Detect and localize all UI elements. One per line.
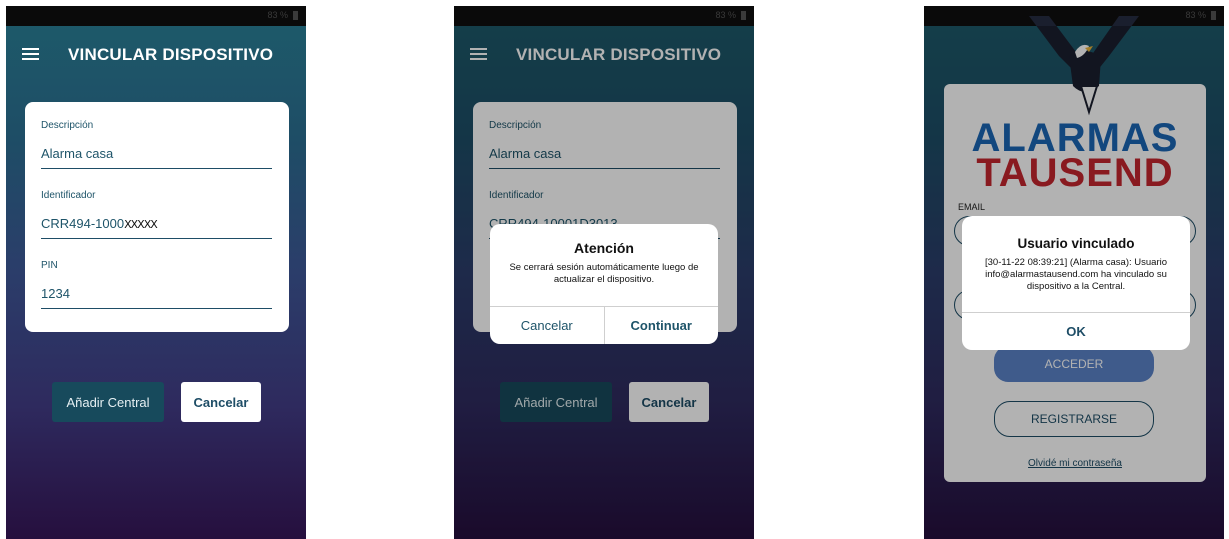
- dialog-title: Usuario vinculado: [1017, 236, 1135, 251]
- dialog-actions: OK: [962, 312, 1190, 350]
- description-label: Descripción: [41, 120, 94, 131]
- phone-screen-link-device: 83 % VINCULAR DISPOSITIVO Descripción Al…: [6, 6, 306, 539]
- phone-screen-confirm-dialog: 83 % VINCULAR DISPOSITIVO Descripción Al…: [454, 6, 754, 539]
- battery-text: 83 %: [715, 10, 736, 20]
- identifier-label: Identificador: [41, 190, 96, 201]
- redaction-scribble: ⅩⅩⅩⅩⅩ: [124, 219, 158, 231]
- dialog-message: [30-11-22 08:39:21] (Alarma casa): Usuar…: [985, 257, 1167, 292]
- dialog-title: Atención: [574, 240, 634, 256]
- status-bar: 83 %: [6, 6, 306, 26]
- form-card: Descripción Alarma casa Identificador CR…: [25, 102, 289, 332]
- battery-icon: [1211, 11, 1216, 20]
- dialog-continue-button[interactable]: Continuar: [605, 307, 719, 344]
- battery-text: 83 %: [267, 10, 288, 20]
- menu-icon[interactable]: [22, 48, 39, 60]
- dialog-actions: Cancelar Continuar: [490, 306, 718, 344]
- battery-icon: [741, 11, 746, 20]
- description-value: Alarma casa: [41, 146, 114, 161]
- pin-value: 1234: [41, 286, 70, 301]
- dialog-cancel-button[interactable]: Cancelar: [490, 307, 604, 344]
- identifier-field[interactable]: Identificador CRR494-1000ⅩⅩⅩⅩⅩ: [41, 190, 272, 239]
- app-bar: VINCULAR DISPOSITIVO: [6, 36, 306, 72]
- battery-icon: [293, 11, 298, 20]
- identifier-value: CRR494-1000: [41, 216, 125, 231]
- battery-text: 83 %: [1185, 10, 1206, 20]
- dialog-ok-button[interactable]: OK: [962, 313, 1190, 350]
- attention-dialog: Atención Se cerrará sesión automáticamen…: [490, 224, 718, 344]
- page-title: VINCULAR DISPOSITIVO: [68, 45, 274, 64]
- add-central-button[interactable]: Añadir Central: [52, 382, 164, 422]
- dialog-message: Se cerrará sesión automáticamente luego …: [509, 262, 699, 285]
- description-field[interactable]: Descripción Alarma casa: [41, 120, 272, 169]
- status-bar: 83 %: [454, 6, 754, 26]
- identifier-value-row: CRR494-1000ⅩⅩⅩⅩⅩ: [41, 216, 272, 234]
- pin-label: PIN: [41, 260, 58, 271]
- phone-screen-login: 83 % ALARMAS TAUSEND EMAIL ACCEDER REGIS…: [924, 6, 1224, 539]
- user-linked-dialog: Usuario vinculado [30-11-22 08:39:21] (A…: [962, 216, 1190, 350]
- pin-field[interactable]: PIN 1234: [41, 260, 272, 309]
- cancel-button[interactable]: Cancelar: [181, 382, 261, 422]
